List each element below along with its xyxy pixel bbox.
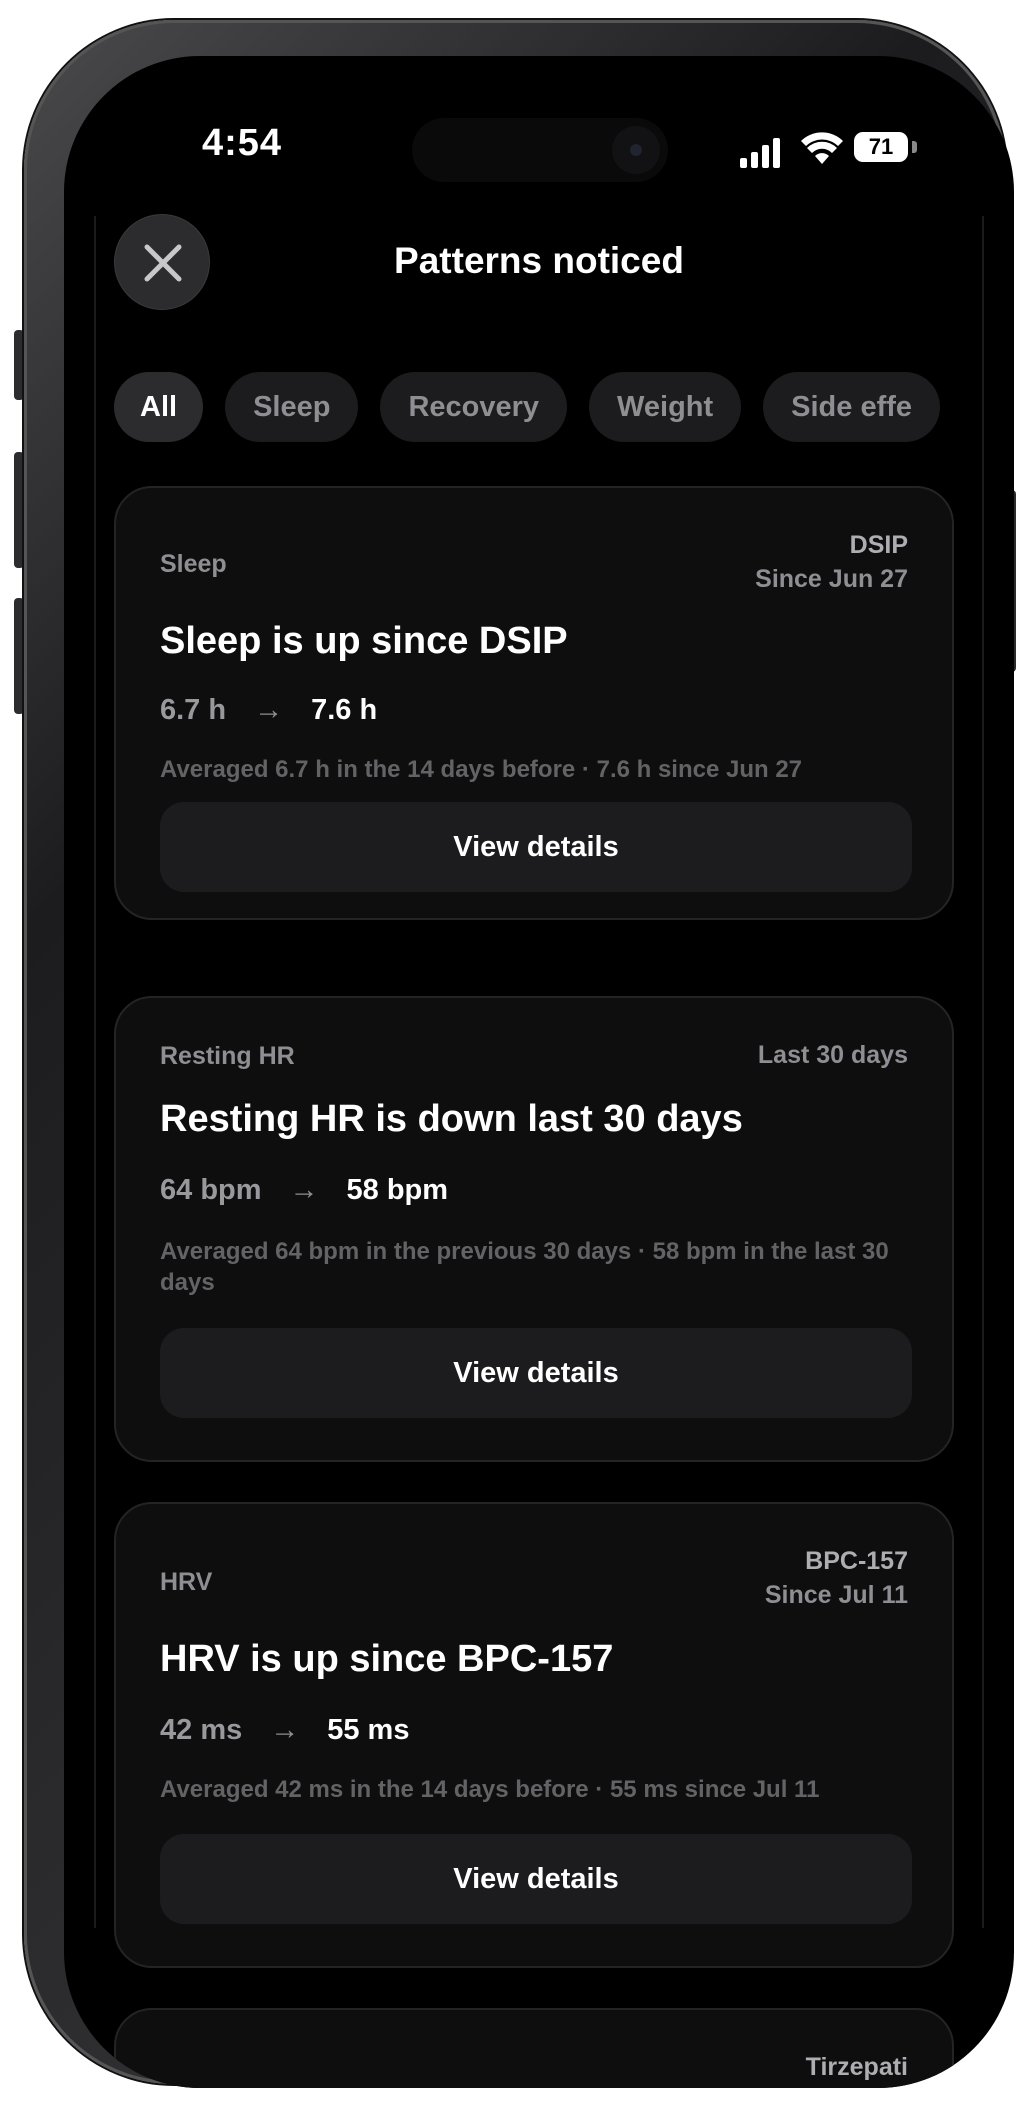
cellular-signal-icon	[740, 136, 784, 168]
view-details-button[interactable]: View details	[160, 802, 912, 892]
card-values: 6.7 h → 7.6 h	[160, 694, 377, 727]
card-meta-primary: Last 30 days	[757, 1041, 908, 1069]
card-meta-primary: Tirzepati	[805, 2053, 908, 2081]
battery-tip	[912, 141, 917, 153]
card-values: 64 bpm → 58 bpm	[160, 1174, 448, 1207]
value-after: 55 ms	[327, 1714, 410, 1746]
action-button[interactable]	[14, 330, 24, 400]
value-before: 64 bpm	[160, 1174, 262, 1206]
pattern-card-hrv: HRV BPC-157 Since Jul 11 HRV is up since…	[114, 1502, 954, 1968]
filter-chip-side-effects[interactable]: Side effe	[763, 372, 941, 442]
screen-edge-right	[982, 216, 984, 1928]
filter-chip-weight[interactable]: Weight	[589, 372, 742, 442]
card-meta-primary: DSIP	[849, 531, 908, 559]
status-time: 4:54	[202, 122, 283, 164]
card-description: Averaged 42 ms in the 14 days before · 5…	[160, 1776, 820, 1803]
arrow-right-icon: →	[289, 1174, 319, 1206]
pattern-card-sleep: Sleep DSIP Since Jun 27 Sleep is up sinc…	[114, 486, 954, 920]
volume-up-button[interactable]	[14, 452, 24, 568]
filter-chip-sleep[interactable]: Sleep	[225, 372, 359, 442]
filter-chip-recovery[interactable]: Recovery	[380, 372, 568, 442]
card-description: Averaged 6.7 h in the 14 days before · 7…	[160, 756, 803, 783]
battery-indicator: 71	[854, 132, 908, 162]
card-category: HRV	[160, 1568, 213, 1596]
card-title: Sleep is up since DSIP	[160, 620, 568, 662]
status-bar: 4:54 71	[64, 56, 1014, 206]
pattern-card-partial: Tirzepati	[114, 2008, 954, 2088]
phone-frame: 4:54 71 Patterns noticed All Sleep Recov…	[24, 20, 1014, 2088]
filter-chips: All Sleep Recovery Weight Side effe	[114, 372, 956, 444]
value-after: 58 bpm	[346, 1174, 449, 1206]
card-values: 42 ms → 55 ms	[160, 1714, 409, 1747]
card-description: Averaged 64 bpm in the previous 30 days …	[160, 1238, 889, 1296]
card-category: Sleep	[160, 550, 227, 578]
card-title: HRV is up since BPC-157	[160, 1638, 614, 1680]
card-meta-secondary: Since Jun 27	[755, 565, 908, 593]
camera-icon	[612, 126, 660, 174]
volume-down-button[interactable]	[14, 598, 24, 714]
wifi-icon	[801, 132, 843, 164]
pattern-card-resting-hr: Resting HR Last 30 days Resting HR is do…	[114, 996, 954, 1462]
card-meta-primary: BPC-157	[805, 1547, 908, 1575]
view-details-button[interactable]: View details	[160, 1834, 912, 1924]
card-meta: Tirzepati	[806, 2050, 908, 2084]
arrow-right-icon: →	[270, 1714, 300, 1746]
card-meta: Last 30 days	[758, 1038, 908, 1072]
arrow-right-icon: →	[254, 694, 284, 726]
card-meta-secondary: Since Jul 11	[764, 1581, 908, 1609]
filter-chip-all[interactable]: All	[114, 372, 204, 442]
card-meta: BPC-157 Since Jul 11	[765, 1544, 908, 1612]
card-title: Resting HR is down last 30 days	[160, 1098, 743, 1140]
card-meta: DSIP Since Jun 27	[755, 528, 908, 596]
screen: 4:54 71 Patterns noticed All Sleep Recov…	[64, 56, 1014, 2088]
page-title: Patterns noticed	[394, 240, 684, 281]
view-details-button[interactable]: View details	[160, 1328, 912, 1418]
value-before: 6.7 h	[160, 694, 227, 726]
card-category: Resting HR	[160, 1042, 295, 1070]
value-before: 42 ms	[160, 1714, 243, 1746]
value-after: 7.6 h	[311, 694, 378, 726]
screen-edge-left	[94, 216, 96, 1928]
